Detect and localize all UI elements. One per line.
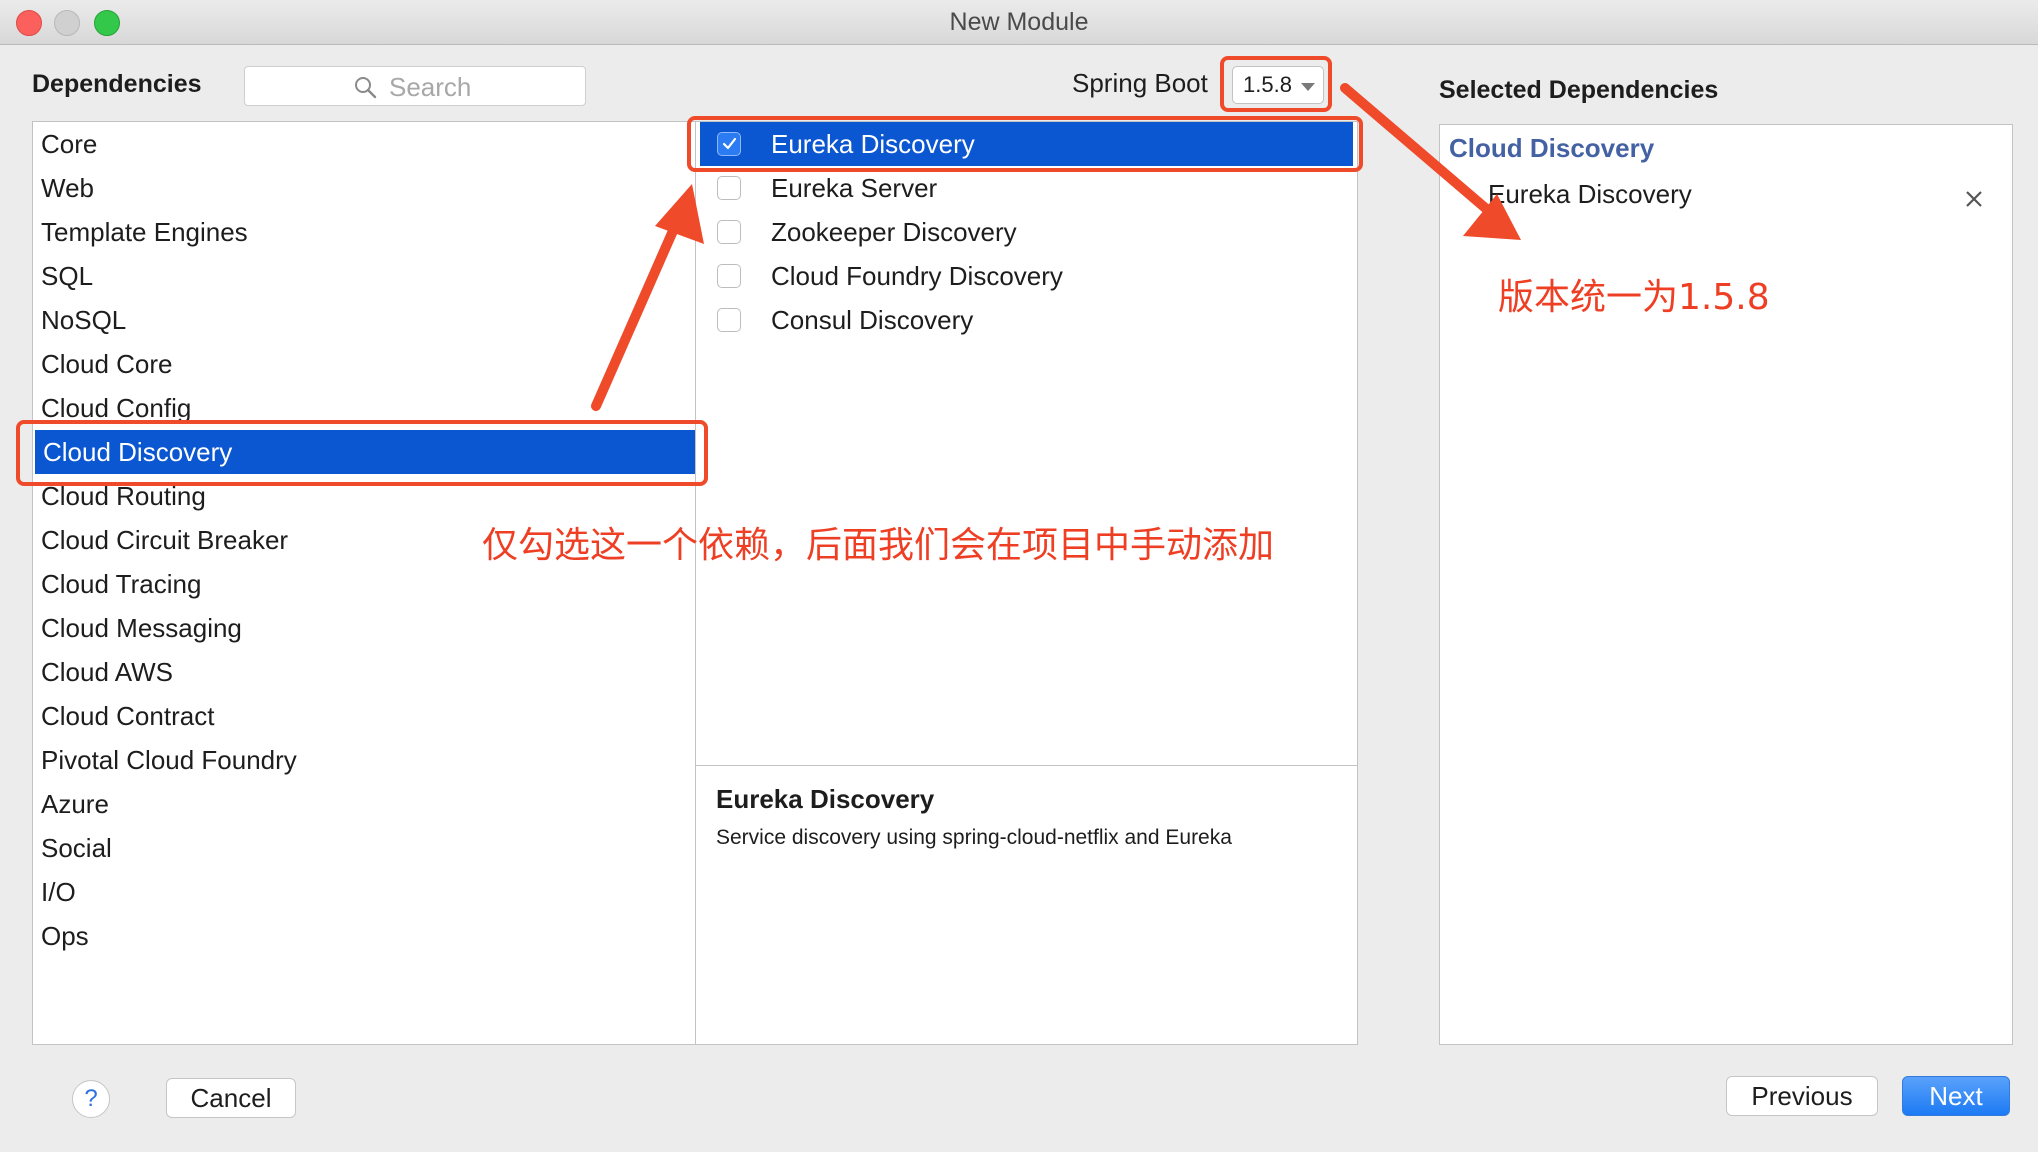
category-item[interactable]: Cloud Contract	[33, 694, 695, 738]
category-item[interactable]: Cloud Messaging	[33, 606, 695, 650]
category-item[interactable]: Cloud Tracing	[33, 562, 695, 606]
dependency-item-zookeeper-discovery[interactable]: Zookeeper Discovery	[696, 210, 1357, 254]
description-text: Service discovery using spring-cloud-net…	[716, 826, 1232, 849]
category-item[interactable]: Cloud Core	[33, 342, 695, 386]
category-item[interactable]: Ops	[33, 914, 695, 958]
dependency-item-eureka-server[interactable]: Eureka Server	[696, 166, 1357, 210]
dependency-checkbox[interactable]	[717, 264, 741, 288]
dependency-list: Eureka Discovery Eureka Server Zookeeper…	[695, 121, 1358, 766]
selected-dependencies-panel: Cloud Discovery Eureka Discovery	[1439, 124, 2013, 1045]
dependency-item-cloud-foundry-discovery[interactable]: Cloud Foundry Discovery	[696, 254, 1357, 298]
category-item[interactable]: Core	[33, 122, 695, 166]
description-title: Eureka Discovery	[716, 784, 935, 814]
dependency-label: Consul Discovery	[771, 305, 974, 335]
close-icon[interactable]	[1964, 189, 1984, 209]
search-placeholder: Search	[389, 72, 472, 102]
category-item[interactable]: I/O	[33, 870, 695, 914]
spring-boot-label: Spring Boot	[1072, 68, 1208, 98]
category-item[interactable]: Azure	[33, 782, 695, 826]
selected-dependency-item: Eureka Discovery	[1488, 179, 1692, 209]
dependency-label: Cloud Foundry Discovery	[771, 261, 1063, 291]
dependency-checkbox[interactable]	[717, 176, 741, 200]
category-item[interactable]: NoSQL	[33, 298, 695, 342]
category-item[interactable]: Social	[33, 826, 695, 870]
category-item[interactable]: Cloud AWS	[33, 650, 695, 694]
search-icon	[355, 77, 377, 99]
dependencies-heading: Dependencies	[32, 70, 202, 98]
category-item[interactable]: Pivotal Cloud Foundry	[33, 738, 695, 782]
dependency-label: Zookeeper Discovery	[771, 217, 1017, 247]
selected-dependencies-heading: Selected Dependencies	[1439, 76, 1719, 104]
dependency-checkbox[interactable]	[717, 308, 741, 332]
category-highlight-box	[16, 420, 708, 486]
window-title: New Module	[949, 8, 1089, 36]
new-module-dialog: New Module Dependencies Search Spring Bo…	[0, 0, 2038, 1152]
dependency-highlight-box	[687, 116, 1363, 172]
version-highlight-box	[1220, 56, 1332, 112]
category-list: Core Web Template Engines SQL NoSQL Clou…	[32, 121, 696, 1045]
next-button[interactable]: Next	[1902, 1076, 2010, 1116]
title-bar: New Module	[0, 0, 2038, 45]
dependency-description: Eureka Discovery Service discovery using…	[695, 765, 1358, 1045]
search-input[interactable]: Search	[244, 66, 586, 106]
help-button[interactable]: ?	[72, 1080, 110, 1118]
dependency-annotation: 仅勾选这一个依赖，后面我们会在项目中手动添加	[482, 525, 1275, 566]
category-item[interactable]: Web	[33, 166, 695, 210]
cancel-button[interactable]: Cancel	[166, 1078, 296, 1118]
version-annotation: 版本统一为1.5.8	[1498, 277, 1770, 318]
category-item[interactable]: Template Engines	[33, 210, 695, 254]
dependency-item-consul-discovery[interactable]: Consul Discovery	[696, 298, 1357, 342]
category-item[interactable]: SQL	[33, 254, 695, 298]
selected-group-title: Cloud Discovery	[1449, 133, 1655, 163]
previous-button[interactable]: Previous	[1726, 1076, 1878, 1116]
dependency-label: Eureka Server	[771, 173, 938, 203]
dependency-checkbox[interactable]	[717, 220, 741, 244]
